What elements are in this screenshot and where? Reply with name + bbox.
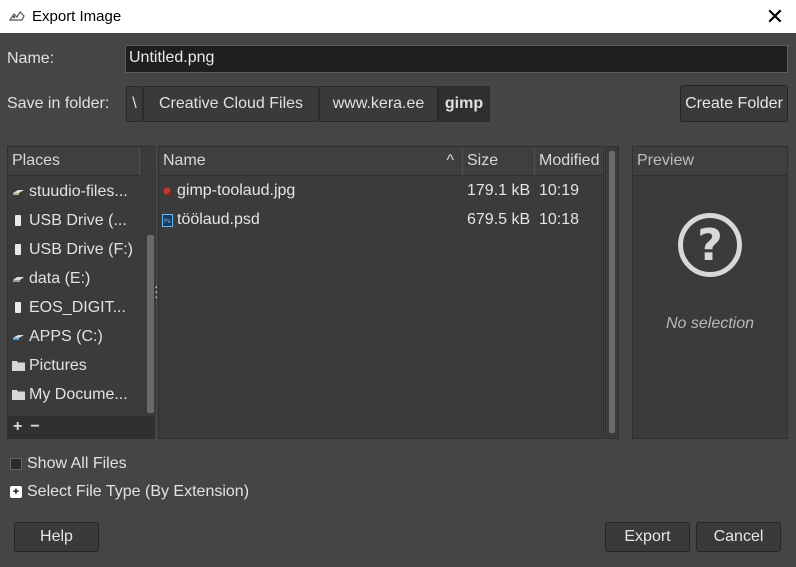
- usb-drive-icon: [11, 301, 25, 315]
- create-folder-button[interactable]: Create Folder: [680, 85, 788, 122]
- places-footer: + −: [8, 416, 154, 438]
- gimp-app-icon: [8, 10, 25, 21]
- sort-ascending-icon: ^: [446, 152, 454, 169]
- path-kera-button[interactable]: www.kera.ee: [319, 86, 438, 122]
- no-selection-text: No selection: [665, 315, 755, 332]
- place-label: USB Drive (...: [29, 211, 127, 229]
- select-file-type-expander[interactable]: + Select File Type (By Extension): [10, 483, 249, 501]
- name-column-header[interactable]: Name ^: [159, 147, 463, 176]
- window-title: Export Image: [32, 8, 122, 25]
- expand-plus-icon[interactable]: +: [10, 486, 22, 498]
- place-label: Pictures: [29, 356, 87, 374]
- remove-place-button[interactable]: −: [30, 418, 39, 436]
- folder-icon: [11, 388, 25, 402]
- svg-text:Ps: Ps: [164, 218, 171, 225]
- show-all-files-checkbox[interactable]: Show All Files: [10, 455, 127, 473]
- place-item-usb-drive-1[interactable]: USB Drive (...: [8, 206, 144, 235]
- preview-pane: Preview ? No selection: [632, 146, 788, 439]
- place-item-pictures[interactable]: Pictures: [8, 351, 144, 380]
- cancel-button[interactable]: Cancel: [696, 522, 781, 552]
- preview-header: Preview: [633, 147, 787, 176]
- folder-icon: [11, 359, 25, 373]
- file-name: gimp-toolaud.jpg: [177, 182, 296, 199]
- add-place-button[interactable]: +: [13, 418, 22, 436]
- file-modified: 10:18: [539, 211, 580, 228]
- name-label: Name:: [7, 50, 55, 67]
- export-button[interactable]: Export: [605, 522, 690, 552]
- place-label: APPS (C:): [29, 327, 103, 345]
- close-button[interactable]: ✕: [760, 0, 790, 33]
- place-item-apps-c[interactable]: APPS (C:): [8, 322, 144, 351]
- question-mark-icon: ?: [678, 213, 742, 277]
- modified-column-header[interactable]: Modified: [535, 147, 603, 176]
- place-item-data-e[interactable]: data (E:): [8, 264, 144, 293]
- place-label: My Docume...: [29, 385, 128, 403]
- name-column-label: Name: [163, 152, 206, 169]
- filename-input[interactable]: Untitled.png: [125, 45, 788, 73]
- places-header[interactable]: Places: [8, 147, 140, 176]
- place-label: EOS_DIGIT...: [29, 298, 126, 316]
- places-pane: Places stuudio-files... USB Drive (... U…: [7, 146, 156, 439]
- place-label: USB Drive (F:): [29, 240, 133, 258]
- path-root-button[interactable]: \: [126, 86, 143, 122]
- places-scrollbar-thumb[interactable]: [147, 235, 154, 413]
- file-size: 179.1 kB: [467, 182, 531, 199]
- place-item-my-documents[interactable]: My Docume...: [8, 380, 144, 409]
- place-label: stuudio-files...: [29, 182, 128, 200]
- place-label: data (E:): [29, 269, 91, 287]
- path-creative-cloud-button[interactable]: Creative Cloud Files: [143, 86, 319, 122]
- size-column-header[interactable]: Size: [463, 147, 535, 176]
- help-button[interactable]: Help: [14, 522, 99, 552]
- places-list: stuudio-files... USB Drive (... USB Driv…: [8, 177, 144, 409]
- file-name: töölaud.psd: [177, 211, 260, 228]
- file-list-scrollbar[interactable]: [605, 146, 619, 439]
- save-in-folder-label: Save in folder:: [7, 95, 110, 112]
- file-modified: 10:19: [539, 182, 580, 199]
- hard-drive-icon: [11, 272, 25, 286]
- file-row[interactable]: gimp-toolaud.jpg 179.1 kB 10:19: [159, 177, 603, 206]
- image-file-icon: [162, 185, 173, 203]
- file-row[interactable]: Ps töölaud.psd 679.5 kB 10:18: [159, 206, 603, 235]
- psd-file-icon: Ps: [162, 214, 173, 232]
- usb-drive-icon: [11, 243, 25, 257]
- file-list-pane: Name ^ Size Modified gimp-toolaud.jpg 17…: [158, 146, 604, 439]
- file-size: 679.5 kB: [467, 211, 531, 228]
- show-all-files-label: Show All Files: [27, 455, 127, 472]
- title-bar: Export Image ✕: [0, 0, 796, 33]
- place-item-usb-drive-f[interactable]: USB Drive (F:): [8, 235, 144, 264]
- place-item-eos-digital[interactable]: EOS_DIGIT...: [8, 293, 144, 322]
- select-file-type-label: Select File Type (By Extension): [27, 483, 250, 500]
- network-drive-icon: [11, 185, 25, 199]
- place-item-stuudio-files[interactable]: stuudio-files...: [8, 177, 144, 206]
- path-gimp-button[interactable]: gimp: [438, 86, 490, 122]
- file-list-scrollbar-thumb[interactable]: [609, 151, 615, 433]
- usb-drive-icon: [11, 214, 25, 228]
- checkbox-box[interactable]: [10, 458, 22, 470]
- system-drive-icon: [11, 330, 25, 344]
